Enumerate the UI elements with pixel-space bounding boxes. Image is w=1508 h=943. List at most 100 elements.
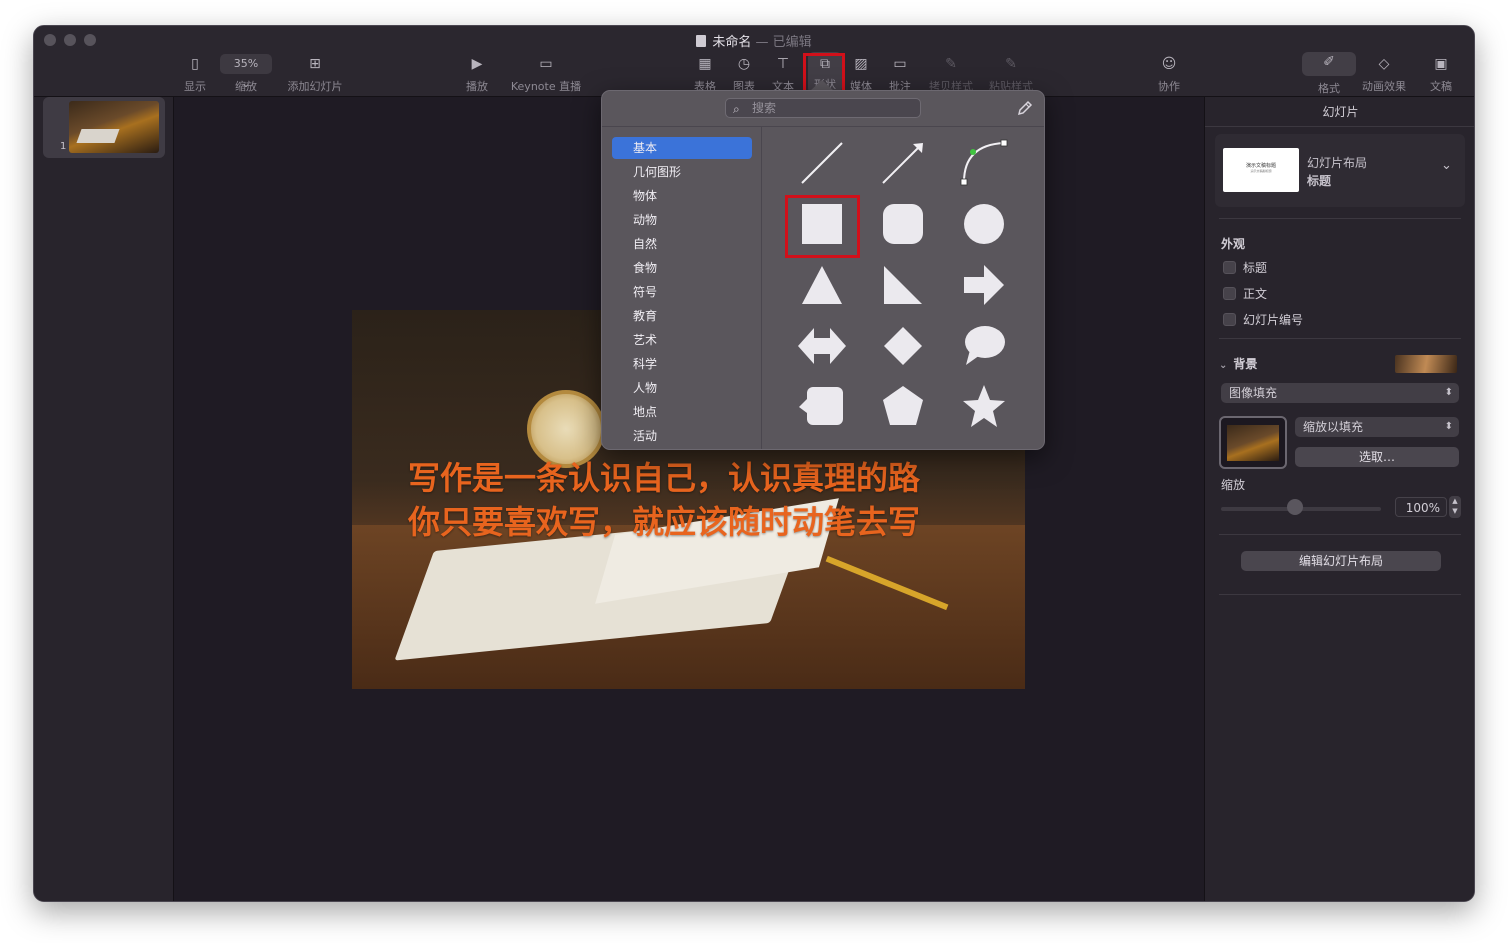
play-icon: ▶ bbox=[471, 56, 483, 72]
animate-button[interactable]: ◇ 动画效果 bbox=[1360, 54, 1408, 94]
appearance-title-checkbox[interactable]: 标题 bbox=[1223, 261, 1267, 277]
checkbox[interactable] bbox=[1223, 313, 1236, 326]
inspector-divider bbox=[1219, 218, 1461, 219]
title-separator: — bbox=[755, 35, 769, 50]
checkbox-label: 正文 bbox=[1243, 287, 1268, 301]
zoom-control[interactable]: 35% ⌄ 缩放 bbox=[220, 54, 272, 94]
document-label: 文稿 bbox=[1430, 80, 1452, 93]
zoom-label: 缩放 bbox=[235, 80, 257, 93]
shape-arrow[interactable] bbox=[964, 265, 1004, 305]
view-label: 显示 bbox=[184, 80, 206, 93]
appearance-slide-number-checkbox[interactable]: 幻灯片编号 bbox=[1223, 313, 1303, 329]
slide-title-text[interactable]: 写作是一条认识自己，认识真理的路 你只要喜欢写，就应该随时动笔去写 bbox=[408, 456, 920, 544]
shape-double-arrow[interactable] bbox=[798, 328, 846, 364]
checkbox-label: 标题 bbox=[1243, 261, 1268, 275]
scale-mode-select[interactable]: 缩放以填充 ⬍ bbox=[1295, 417, 1459, 437]
zoom-select[interactable]: 35% ⌄ bbox=[220, 54, 272, 90]
layout-value: 标题 bbox=[1307, 174, 1332, 188]
appearance-body-checkbox[interactable]: 正文 bbox=[1223, 287, 1267, 303]
background-preview bbox=[1395, 355, 1457, 373]
layout-label: 幻灯片布局 bbox=[1307, 156, 1368, 170]
animate-diamond-icon: ◇ bbox=[1378, 56, 1390, 72]
inspector-divider bbox=[1205, 126, 1474, 127]
keynote-live-label: Keynote 直播 bbox=[510, 80, 582, 93]
layout-thumb-subtitle: 演示文稿副标题 bbox=[1250, 169, 1272, 173]
updown-chevron-icon: ⬍ bbox=[1444, 387, 1453, 398]
background-image-thumb bbox=[1227, 425, 1279, 461]
brush-icon: ✎ bbox=[945, 56, 957, 72]
slide-layout-picker[interactable]: 演示文稿标题 演示文稿副标题 幻灯片布局 标题 ⌄ bbox=[1215, 134, 1465, 207]
shape-pentagon[interactable] bbox=[883, 386, 923, 425]
format-label: 格式 bbox=[1318, 82, 1340, 95]
slide-navigator: 1 bbox=[34, 97, 174, 901]
add-slide-label: 添加幻灯片 bbox=[287, 80, 343, 93]
scale-label: 缩放 bbox=[1221, 478, 1246, 492]
comment-button[interactable]: ▭ 批注 bbox=[885, 54, 915, 94]
shape-grid bbox=[798, 139, 1008, 427]
shape-callout-square[interactable] bbox=[799, 387, 843, 425]
shape-right-triangle[interactable] bbox=[884, 266, 922, 304]
image-icon: ▨ bbox=[854, 56, 868, 72]
checkbox[interactable] bbox=[1223, 287, 1236, 300]
chart-icon: ◷ bbox=[737, 56, 751, 72]
play-label: 播放 bbox=[466, 80, 488, 93]
shape-speech-bubble[interactable] bbox=[965, 326, 1005, 365]
layout-name: 幻灯片布局 标题 bbox=[1307, 154, 1367, 190]
scale-stepper[interactable]: ▲ ▼ bbox=[1449, 496, 1461, 518]
text-button[interactable]: ⊤ 文本 bbox=[768, 54, 798, 94]
scale-value-field[interactable]: 100% bbox=[1395, 497, 1447, 517]
shape-arrow-line[interactable] bbox=[880, 141, 926, 187]
paste-style-button[interactable]: ✎ 粘贴样式 bbox=[985, 54, 1037, 94]
edit-slide-layout-button[interactable]: 编辑幻灯片布局 bbox=[1241, 551, 1441, 571]
checkbox[interactable] bbox=[1223, 261, 1236, 274]
background-image-well[interactable] bbox=[1219, 416, 1287, 469]
add-slide-button[interactable]: ⊞ 添加幻灯片 bbox=[285, 54, 345, 94]
scale-mode-value: 缩放以填充 bbox=[1303, 420, 1364, 434]
format-button[interactable]: ✐ 格式 bbox=[1302, 52, 1356, 95]
chevron-down-icon: ⌄ bbox=[1441, 158, 1452, 173]
view-button[interactable]: ▯ 显示 bbox=[180, 54, 210, 94]
scale-slider-knob[interactable] bbox=[1287, 499, 1303, 515]
appearance-heading: 外观 bbox=[1221, 237, 1246, 251]
updown-chevron-icon: ⬍ bbox=[1444, 421, 1453, 432]
document-name: 未命名 bbox=[712, 35, 752, 50]
slide-thumbnail-selected[interactable]: 1 bbox=[43, 97, 165, 158]
choose-image-button[interactable]: 选取… bbox=[1295, 447, 1459, 467]
play-button[interactable]: ▶ 播放 bbox=[462, 54, 492, 94]
format-inspector: 幻灯片 演示文稿标题 演示文稿副标题 幻灯片布局 标题 ⌄ 外观 标题 正文 幻… bbox=[1204, 97, 1474, 901]
shape-circle[interactable] bbox=[964, 204, 1004, 244]
document-status: 已编辑 bbox=[772, 35, 812, 50]
disclosure-chevron-icon: ⌄ bbox=[1219, 360, 1228, 371]
sidebar-icon: ▯ bbox=[191, 56, 199, 72]
collaborate-button[interactable]: ☺ 协作 bbox=[1154, 54, 1184, 94]
shape-triangle[interactable] bbox=[802, 266, 842, 304]
keynote-live-button[interactable]: ▭ Keynote 直播 bbox=[508, 54, 584, 94]
table-icon: ▦ bbox=[698, 56, 712, 72]
animate-label: 动画效果 bbox=[1362, 80, 1406, 93]
slide-number: 1 bbox=[60, 141, 67, 152]
document-icon bbox=[696, 35, 707, 47]
inspector-divider bbox=[1219, 534, 1461, 535]
text-icon: ⊤ bbox=[776, 56, 790, 72]
layout-thumbnail: 演示文稿标题 演示文稿副标题 bbox=[1223, 148, 1299, 192]
background-heading[interactable]: ⌄ 背景 bbox=[1219, 355, 1257, 372]
shape-line[interactable] bbox=[798, 141, 844, 187]
slide-text-line-2: 你只要喜欢写，就应该随时动笔去写 bbox=[408, 503, 921, 541]
copy-style-button[interactable]: ✎ 拷贝样式 bbox=[925, 54, 977, 94]
chart-button[interactable]: ◷ 图表 bbox=[729, 54, 759, 94]
document-button[interactable]: ▣ 文稿 bbox=[1426, 54, 1456, 94]
media-button[interactable]: ▨ 媒体 bbox=[846, 54, 876, 94]
live-icon: ▭ bbox=[539, 56, 553, 72]
shape-rounded-square[interactable] bbox=[883, 204, 923, 244]
shape-diamond[interactable] bbox=[884, 327, 922, 365]
layout-thumb-title: 演示文稿标题 bbox=[1245, 163, 1276, 169]
fill-type-select[interactable]: 图像填充 ⬍ bbox=[1221, 383, 1459, 403]
square-shape-highlight bbox=[785, 195, 860, 258]
shape-library-popover: ⌕ 搜索 基本 几何图形 物体 动物 自然 食物 符号 教育 艺术 科学 人物 地… bbox=[601, 90, 1045, 450]
format-brush-icon: ✐ bbox=[1323, 54, 1335, 70]
table-button[interactable]: ▦ 表格 bbox=[690, 54, 720, 94]
slide-text-line-1: 写作是一条认识自己，认识真理的路 bbox=[408, 459, 921, 497]
collaborate-icon: ☺ bbox=[1161, 56, 1177, 72]
shape-curve[interactable] bbox=[960, 139, 1008, 186]
shape-star[interactable] bbox=[963, 385, 1005, 427]
